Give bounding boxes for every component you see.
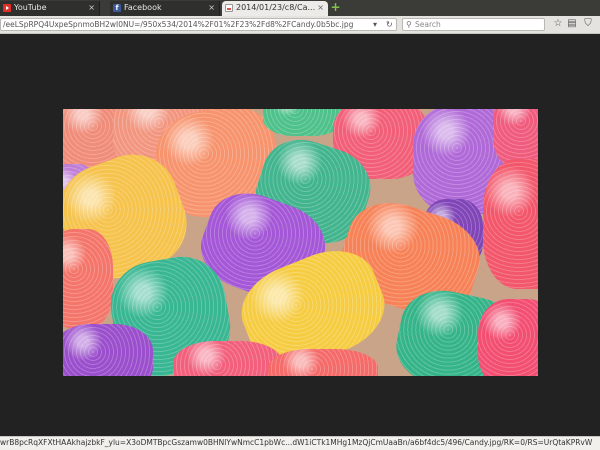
tab-title: 2014/01/23/c8/Ca... bbox=[236, 3, 316, 12]
search-box[interactable]: ⚲ bbox=[402, 18, 545, 31]
tab-youtube[interactable]: YouTube × bbox=[0, 1, 100, 16]
navigation-bar: /eeLSpRPQ4UxpeSpnmoBH2wI0NU=/950x534/201… bbox=[0, 16, 600, 34]
reading-list-icon[interactable]: ▤ bbox=[566, 18, 578, 30]
close-icon[interactable]: × bbox=[88, 1, 95, 15]
address-bar[interactable]: /eeLSpRPQ4UxpeSpnmoBH2wI0NU=/950x534/201… bbox=[0, 18, 397, 31]
tab-candy-image[interactable]: 2014/01/23/c8/Ca... × bbox=[222, 1, 328, 16]
facebook-icon: f bbox=[113, 4, 121, 12]
close-icon[interactable]: × bbox=[317, 1, 324, 15]
tab-facebook[interactable]: f Facebook × bbox=[110, 1, 220, 16]
status-bar: wrB8pcRqXFXtHAAkhajzbkF_ylu=X3oDMTBpcGsz… bbox=[0, 436, 600, 450]
tab-title: YouTube bbox=[14, 3, 47, 12]
url-text: /eeLSpRPQ4UxpeSpnmoBH2wI0NU=/950x534/201… bbox=[3, 20, 354, 29]
search-input[interactable] bbox=[415, 19, 543, 30]
image-file-icon bbox=[225, 4, 233, 12]
search-icon: ⚲ bbox=[406, 20, 412, 29]
image-viewer bbox=[0, 34, 600, 436]
url-dropdown-icon[interactable]: ▾ bbox=[373, 19, 377, 30]
reload-icon[interactable]: ↻ bbox=[386, 19, 393, 30]
status-link-text: wrB8pcRqXFXtHAAkhajzbkF_ylu=X3oDMTBpcGsz… bbox=[0, 438, 593, 447]
tab-strip: YouTube × f Facebook × 2014/01/23/c8/Ca.… bbox=[0, 0, 600, 17]
pocket-icon[interactable]: ⛉ bbox=[582, 18, 594, 30]
youtube-icon bbox=[3, 4, 11, 12]
tab-title: Facebook bbox=[124, 3, 162, 12]
close-icon[interactable]: × bbox=[208, 1, 215, 15]
candy-image[interactable] bbox=[63, 109, 538, 376]
new-tab-icon[interactable]: + bbox=[330, 1, 341, 13]
bookmark-star-icon[interactable]: ☆ bbox=[552, 18, 564, 30]
